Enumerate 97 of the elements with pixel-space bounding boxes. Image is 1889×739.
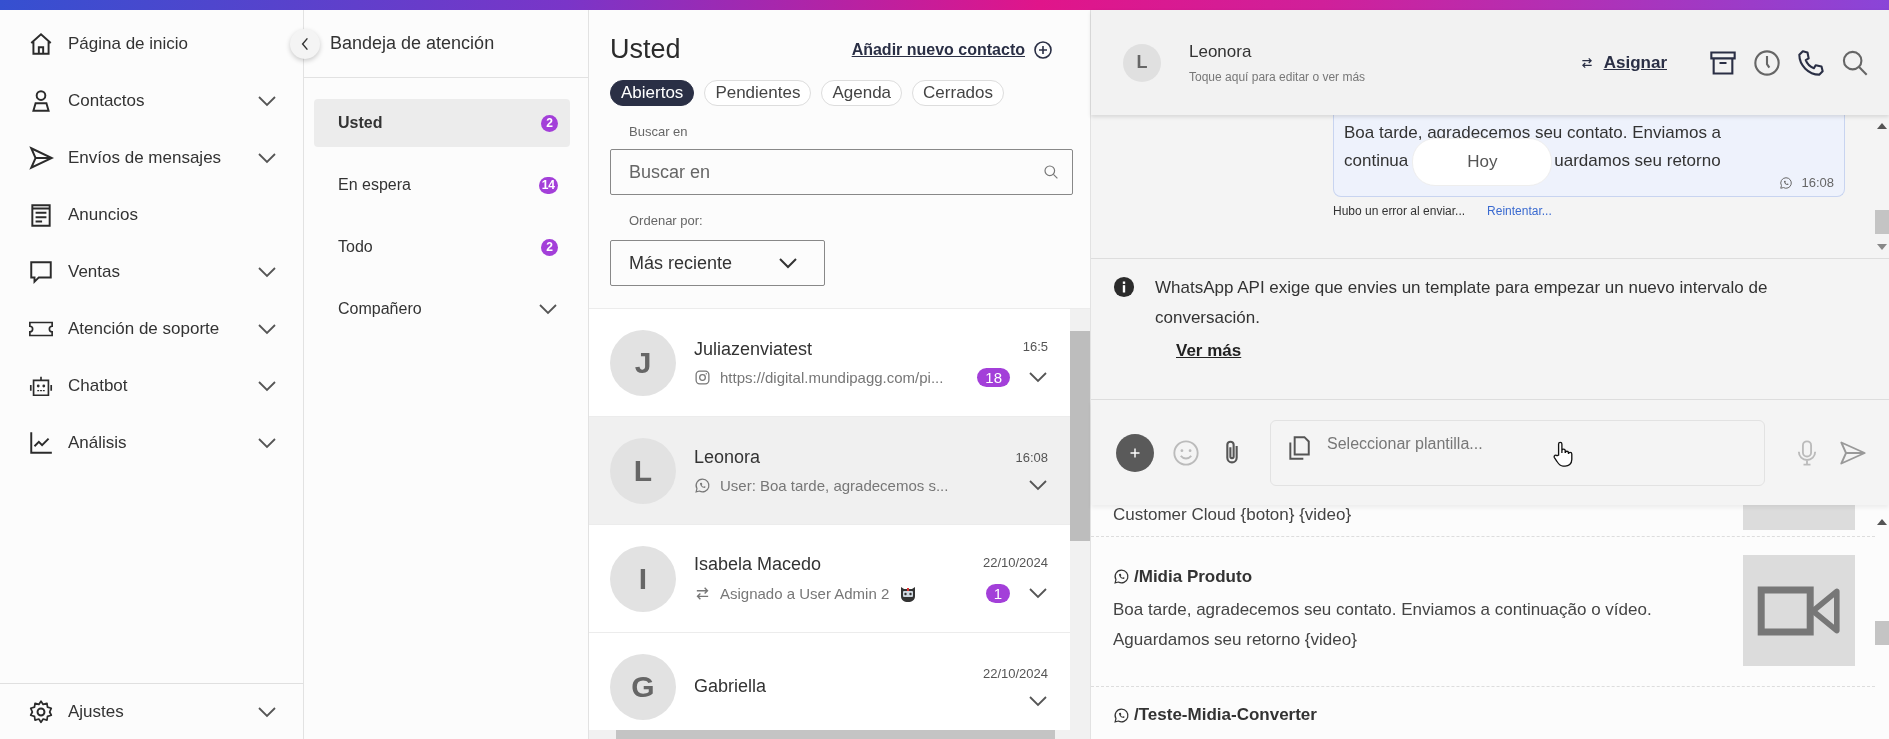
scrollbar[interactable] [589,730,1090,739]
document-icon [28,201,54,228]
info-icon [1113,276,1135,298]
template-item[interactable]: /Midia Produto Boa tarde, agradecemos seu contato. Enviamos a continuação o vídeo. Aguardamos seu retorno {video} [1091,537,1875,687]
home-icon [28,30,54,57]
template-title: /Teste-Midia-Converter [1134,705,1317,725]
message-text: continua [1344,150,1409,172]
emoji-icon[interactable] [1172,438,1200,467]
template-item[interactable]: Customer Cloud {boton} {video} [1091,505,1875,537]
timestamp: 16:08 [1015,450,1048,465]
inbox-item[interactable]: En espera 14 [314,161,570,209]
nav-item[interactable]: Envíos de mensajes [0,129,287,186]
chevron-down-icon [1028,371,1048,383]
add-button[interactable] [1116,433,1154,472]
nav-item[interactable]: Anuncios [0,186,287,243]
contact-name: Gabriella [694,676,768,697]
avatar: J [610,329,676,396]
template-title: /Midia Produto [1134,566,1253,587]
sort-dropdown[interactable]: Más reciente [610,240,825,286]
contact-name: Juliazenviatest [694,339,814,360]
contact-hint: Toque aquí para editar o ver más [1189,69,1367,84]
add-contact-link[interactable]: Añadir nuevo contacto [851,39,1053,60]
notice-text: WhatsApp API exige que envies un template para empezar un nuevo intervalo de conversación. [1155,277,1769,329]
message-preview: User: Boa tarde, agradecemos s... [720,477,949,494]
contact-name: Leonora [694,447,762,468]
avatar: G [610,653,676,720]
collapse-button[interactable] [290,28,320,59]
chevron-down-icon [1028,695,1048,707]
chevron-down-icon [778,257,798,269]
swap-arrows-icon [694,585,711,602]
send-icon [28,144,54,171]
archive-icon[interactable] [1709,48,1737,77]
timestamp: 22/10/2024 [982,666,1048,681]
filter-tab[interactable]: Cerrados [912,80,1004,106]
hand-cursor-icon [1552,439,1574,468]
whatsapp-icon [1113,568,1130,585]
see-more-link[interactable]: Ver más [1176,341,1242,361]
message-preview: https://digital.mundipagg.com/pi... [720,369,944,386]
whatsapp-icon [1779,175,1794,190]
line-chart-icon [28,429,54,456]
inbox-item[interactable]: Usted 2 [314,99,570,147]
plus-circle-icon [1033,39,1053,60]
count-badge: 2 [541,238,558,256]
avatar: L [610,437,676,504]
message-preview: Asignado a User Admin 2 [720,585,890,602]
filter-tab[interactable]: Abiertos [610,80,695,106]
template-text: Boa tarde, agradecemos seu contato. Enviamos a continuação o vídeo. Aguardamos seu retorno {video} [1113,598,1653,651]
search-field[interactable]: Buscar en [610,149,1073,195]
timestamp: 16:5 [1022,338,1048,354]
filter-tab[interactable]: Pendientes [704,80,812,106]
settings-item[interactable]: Ajustes [0,683,303,739]
nav-item[interactable]: Chatbot [0,357,287,414]
swap-arrows-icon [1579,55,1594,70]
nav-item[interactable]: Página de inicio [0,15,287,72]
inbox-item[interactable]: Todo 2 [314,223,570,271]
template-field[interactable]: Seleccionar plantilla... [1270,419,1765,486]
settings-icon [28,698,54,725]
avatar: I [610,545,676,612]
nav-item[interactable]: Contactos [0,72,287,129]
timestamp: 22/10/2024 [982,554,1048,570]
message-text: uardamos seu retorno [1554,150,1721,172]
contact-name: Isabela Macedo [694,553,823,575]
whatsapp-icon [694,477,711,494]
assign-link[interactable]: Asignar [1579,52,1667,73]
nav-item[interactable]: Atención de soporte [0,300,287,357]
chevron-left-icon [300,35,310,52]
chevron-down-icon [1028,587,1048,599]
nav-item[interactable]: Ventas [0,243,287,300]
search-icon[interactable] [1841,48,1869,77]
contact-name: Leonora [1189,41,1253,62]
retry-link[interactable]: Reintentar... [1487,204,1552,218]
template-text: Customer Cloud {boton} {video} [1113,505,1353,526]
filter-tab[interactable]: Agenda [821,80,903,106]
chat-bubble-icon [28,258,54,285]
list-title: Usted [610,34,681,65]
template-item[interactable]: /Teste-Midia-Converter [1091,687,1875,739]
unread-badge: 1 [985,583,1010,603]
nav-item[interactable]: Análisis [0,414,287,471]
unread-badge: 18 [977,367,1010,387]
count-badge: 14 [538,176,558,194]
search-icon [1043,164,1059,180]
timestamp: 16:08 [1801,175,1834,190]
clock-icon[interactable] [1753,48,1781,77]
field-label: Ordenar por: [629,213,704,228]
avatar: L [1123,43,1161,82]
count-badge: 2 [541,114,558,132]
chevron-down-icon [1028,479,1048,491]
field-label: Buscar en [629,124,689,139]
instagram-icon [694,369,711,386]
panel-title: Bandeja de atención [330,33,495,54]
inbox-item[interactable]: Compañero [314,285,570,333]
whatsapp-icon [1113,706,1130,724]
conversation-row[interactable]: L Leonora User: Boa tarde, agradecemos s... 16:08 [589,417,1070,525]
copy-icon [1286,433,1312,462]
error-text: Hubo un error al enviar... [1333,204,1466,218]
scrollbar[interactable] [1070,309,1090,730]
phone-icon[interactable] [1797,48,1825,77]
